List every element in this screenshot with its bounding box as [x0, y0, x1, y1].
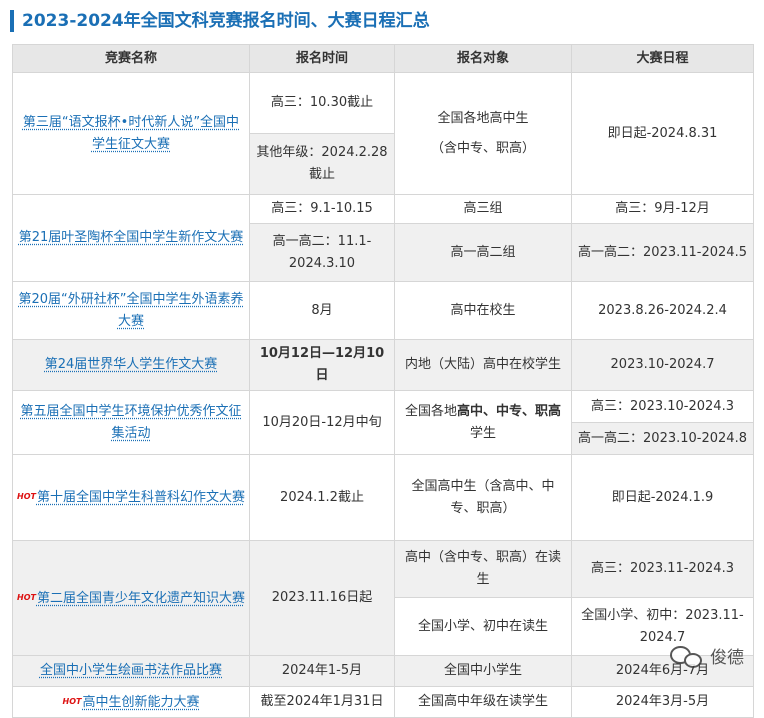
- cell: 即日起-2024.8.31: [571, 72, 754, 195]
- cell: 2023.11.16日起: [249, 540, 395, 656]
- cell: 全国小学、初中在读生: [394, 597, 572, 656]
- table-row: 第三届“语文报杯•时代新人说”全国中学生征文大赛 高三：10.30截止 全国各地…: [12, 72, 754, 195]
- competition-link[interactable]: 第三届“语文报杯•时代新人说”全国中学生征文大赛: [23, 115, 239, 152]
- cell: 高一高二：2023.11-2024.5: [571, 223, 754, 282]
- cell: 高一高二组: [394, 223, 572, 282]
- cell: 高一高二：2023.10-2024.8: [571, 422, 754, 455]
- competition-link[interactable]: 第20届“外研社杯”全国中学生外语素养大赛: [18, 292, 243, 329]
- table-row: 第五届全国中学生环境保护优秀作文征集活动 10月20日-12月中旬 全国各地高中…: [12, 390, 754, 455]
- target-line: 全国各地高中生: [437, 110, 529, 126]
- table-row: 第21届叶圣陶杯全国中学生新作文大赛 高三：9.1-10.15 高三组 高三：9…: [12, 194, 754, 282]
- cell: 高三：10.30截止: [249, 72, 395, 134]
- competition-link[interactable]: 第21届叶圣陶杯全国中学生新作文大赛: [19, 230, 244, 245]
- page-title: 2023-2024年全国文科竞赛报名时间、大赛日程汇总: [22, 11, 430, 31]
- cell: 8月: [249, 281, 395, 340]
- wechat-icon: [670, 645, 704, 668]
- cell: 内地（大陆）高中在校学生: [394, 339, 572, 391]
- table-row: HOT第十届全国中学生科普科幻作文大赛 2024.1.2截止 全国高中生（含高中…: [12, 454, 754, 541]
- cell: 其他年级：2024.2.28截止: [249, 133, 395, 195]
- hot-badge: HOT: [17, 592, 36, 602]
- hot-badge: HOT: [62, 696, 82, 706]
- cell: 2024年1-5月: [249, 655, 395, 687]
- cell: 10月12日—12月10日: [249, 339, 395, 391]
- header-signup-time: 报名时间: [249, 44, 395, 73]
- cell: 截至2024年1月31日: [249, 686, 395, 718]
- cell: 高一高二：11.1-2024.3.10: [249, 223, 395, 282]
- title-accent-bar: [10, 10, 14, 32]
- cell: 即日起-2024.1.9: [571, 454, 754, 541]
- cell: 全国高中生（含高中、中专、职高）: [394, 454, 572, 541]
- cell: 2024年3月-5月: [571, 686, 754, 718]
- target-text: 全国各地: [404, 403, 457, 419]
- hot-badge: HOT: [17, 492, 36, 501]
- target-text: 学生: [469, 425, 496, 441]
- target-bold-text: 高中、中专、职高: [457, 403, 562, 419]
- cell: 全国各地高中生 （含中专、职高）: [394, 72, 572, 195]
- cell: 高三：9月-12月: [571, 194, 754, 224]
- table-row: HOT第二届全国青少年文化遗产知识大赛 2023.11.16日起 高中（含中专、…: [12, 540, 754, 656]
- competition-link[interactable]: 第五届全国中学生环境保护优秀作文征集活动: [20, 404, 241, 441]
- cell: 全国中小学生: [394, 655, 572, 687]
- watermark: 俊德: [670, 643, 744, 668]
- cell: 全国各地高中、中专、职高学生: [394, 390, 572, 455]
- table-row: 第24届世界华人学生作文大赛 10月12日—12月10日 内地（大陆）高中在校学…: [12, 339, 754, 391]
- cell: 2023.10-2024.7: [571, 339, 754, 391]
- table-row: 全国中小学生绘画书法作品比赛 2024年1-5月 全国中小学生 2024年6月-…: [12, 655, 754, 687]
- cell: 2023.8.26-2024.2.4: [571, 281, 754, 340]
- competition-link[interactable]: 全国中小学生绘画书法作品比赛: [40, 663, 222, 678]
- cell: 高三组: [394, 194, 572, 224]
- competition-link[interactable]: 第十届全国中学生科普科幻作文大赛: [37, 490, 245, 505]
- cell: 高三：2023.11-2024.3: [571, 540, 754, 598]
- header-target: 报名对象: [394, 44, 572, 73]
- target-note: （含中专、职高）: [430, 140, 535, 156]
- header-schedule: 大赛日程: [571, 44, 754, 73]
- table-row: HOT高中生创新能力大赛 截至2024年1月31日 全国高中年级在读学生 202…: [12, 686, 754, 718]
- table-header-row: 竞赛名称 报名时间 报名对象 大赛日程: [12, 44, 754, 73]
- cell: 高中在校生: [394, 281, 572, 340]
- watermark-text: 俊德: [710, 648, 744, 668]
- competition-link[interactable]: 高中生创新能力大赛: [82, 695, 199, 710]
- cell: 高三：9.1-10.15: [249, 194, 395, 224]
- cell: 10月20日-12月中旬: [249, 390, 395, 455]
- competition-link[interactable]: 第二届全国青少年文化遗产知识大赛: [37, 591, 245, 606]
- competition-link[interactable]: 第24届世界华人学生作文大赛: [45, 357, 218, 372]
- cell: 2024.1.2截止: [249, 454, 395, 541]
- header-name: 竞赛名称: [12, 44, 250, 73]
- cell: 全国高中年级在读学生: [394, 686, 572, 718]
- table-row: 第20届“外研社杯”全国中学生外语素养大赛 8月 高中在校生 2023.8.26…: [12, 281, 754, 340]
- cell: 高中（含中专、职高）在读生: [394, 540, 572, 598]
- competition-table: 竞赛名称 报名时间 报名对象 大赛日程 第三届“语文报杯•时代新人说”全国中学生…: [12, 44, 754, 718]
- cell: 高三：2023.10-2024.3: [571, 390, 754, 423]
